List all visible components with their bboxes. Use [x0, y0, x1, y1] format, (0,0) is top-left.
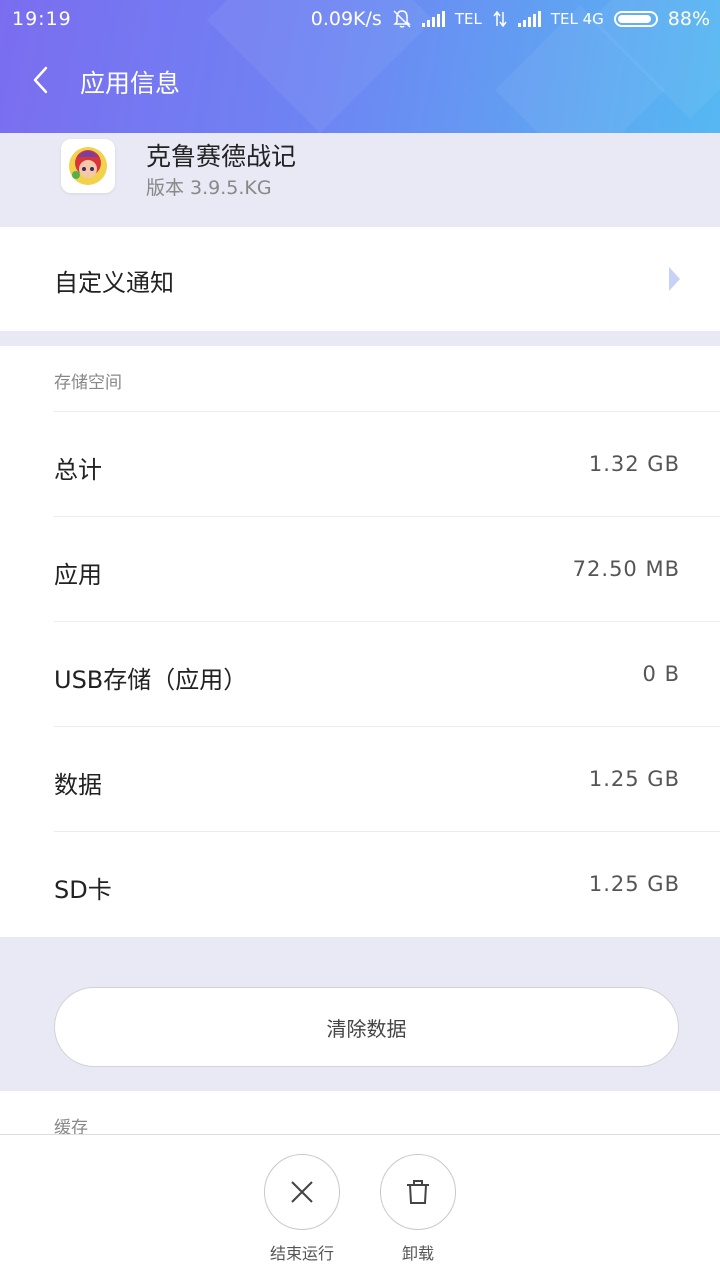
- back-button[interactable]: [24, 62, 60, 98]
- custom-notification-row[interactable]: 自定义通知: [0, 227, 720, 331]
- status-right: 0.09K/s TEL TEL 4G 88%: [311, 8, 710, 30]
- app-version: 版本 3.9.5.KG: [146, 177, 272, 199]
- storage-row-value: 72.50 MB: [572, 557, 680, 581]
- storage-row-app: 应用 72.50 MB: [54, 516, 720, 621]
- status-bar: 19:19 0.09K/s TEL TEL 4G 88%: [0, 0, 720, 40]
- storage-row-total: 总计 1.32 GB: [54, 411, 720, 516]
- uninstall-button[interactable]: [380, 1154, 456, 1230]
- storage-row-label: 总计: [54, 456, 102, 484]
- title-bar: 应用信息: [0, 50, 720, 110]
- storage-row-data: 数据 1.25 GB: [54, 726, 720, 831]
- storage-row-label: 数据: [54, 771, 102, 799]
- uninstall-action[interactable]: 卸载: [370, 1154, 466, 1264]
- signal-icon: [517, 11, 541, 27]
- signal-icon: [421, 11, 445, 27]
- game-avatar-icon: [69, 147, 107, 185]
- bottom-action-bar: 结束运行 卸载: [0, 1134, 720, 1280]
- triangle-right-icon: [669, 267, 680, 291]
- storage-row-sd: SD卡 1.25 GB: [54, 831, 720, 936]
- close-icon: [291, 1181, 313, 1203]
- app-header: 19:19 0.09K/s TEL TEL 4G 88% 应用信息: [0, 0, 720, 133]
- data-transfer-icon: [493, 10, 507, 28]
- page-title: 应用信息: [80, 69, 181, 98]
- force-stop-label: 结束运行: [269, 1244, 334, 1263]
- storage-row-usb: USB存储（应用） 0 B: [54, 621, 720, 726]
- battery-percent: 88%: [667, 8, 710, 30]
- force-stop-action[interactable]: 结束运行: [254, 1154, 350, 1264]
- storage-row-value: 1.25 GB: [588, 767, 680, 791]
- storage-row-label: USB存储（应用）: [54, 666, 248, 694]
- app-name: 克鲁赛德战记: [146, 142, 297, 171]
- uninstall-label: 卸载: [401, 1244, 434, 1263]
- network-speed: 0.09K/s: [310, 8, 382, 30]
- mute-bell-icon: [393, 10, 411, 28]
- clear-data-area: 清除数据: [0, 937, 720, 1091]
- status-time: 19:19: [12, 8, 72, 30]
- storage-row-label: 应用: [54, 561, 102, 589]
- carrier-label: TEL: [454, 10, 482, 28]
- storage-row-value: 1.25 GB: [588, 872, 680, 896]
- storage-section-label: 存储空间: [54, 373, 122, 393]
- app-icon: [61, 139, 115, 193]
- storage-row-value: 1.32 GB: [588, 452, 680, 476]
- chevron-left-icon: [33, 66, 48, 94]
- clear-data-button[interactable]: 清除数据: [54, 987, 679, 1067]
- carrier-label: TEL 4G: [550, 10, 604, 28]
- cache-section: 缓存: [0, 1091, 720, 1138]
- battery-icon: [613, 11, 658, 27]
- storage-section: 存储空间 总计 1.32 GB 应用 72.50 MB USB存储（应用） 0 …: [0, 346, 720, 937]
- app-info-section: 克鲁赛德战记 版本 3.9.5.KG: [0, 133, 720, 227]
- custom-notification-label: 自定义通知: [54, 269, 174, 297]
- force-stop-button[interactable]: [264, 1154, 340, 1230]
- storage-row-value: 0 B: [642, 662, 680, 686]
- storage-row-label: SD卡: [54, 876, 112, 904]
- trash-icon: [407, 1180, 429, 1204]
